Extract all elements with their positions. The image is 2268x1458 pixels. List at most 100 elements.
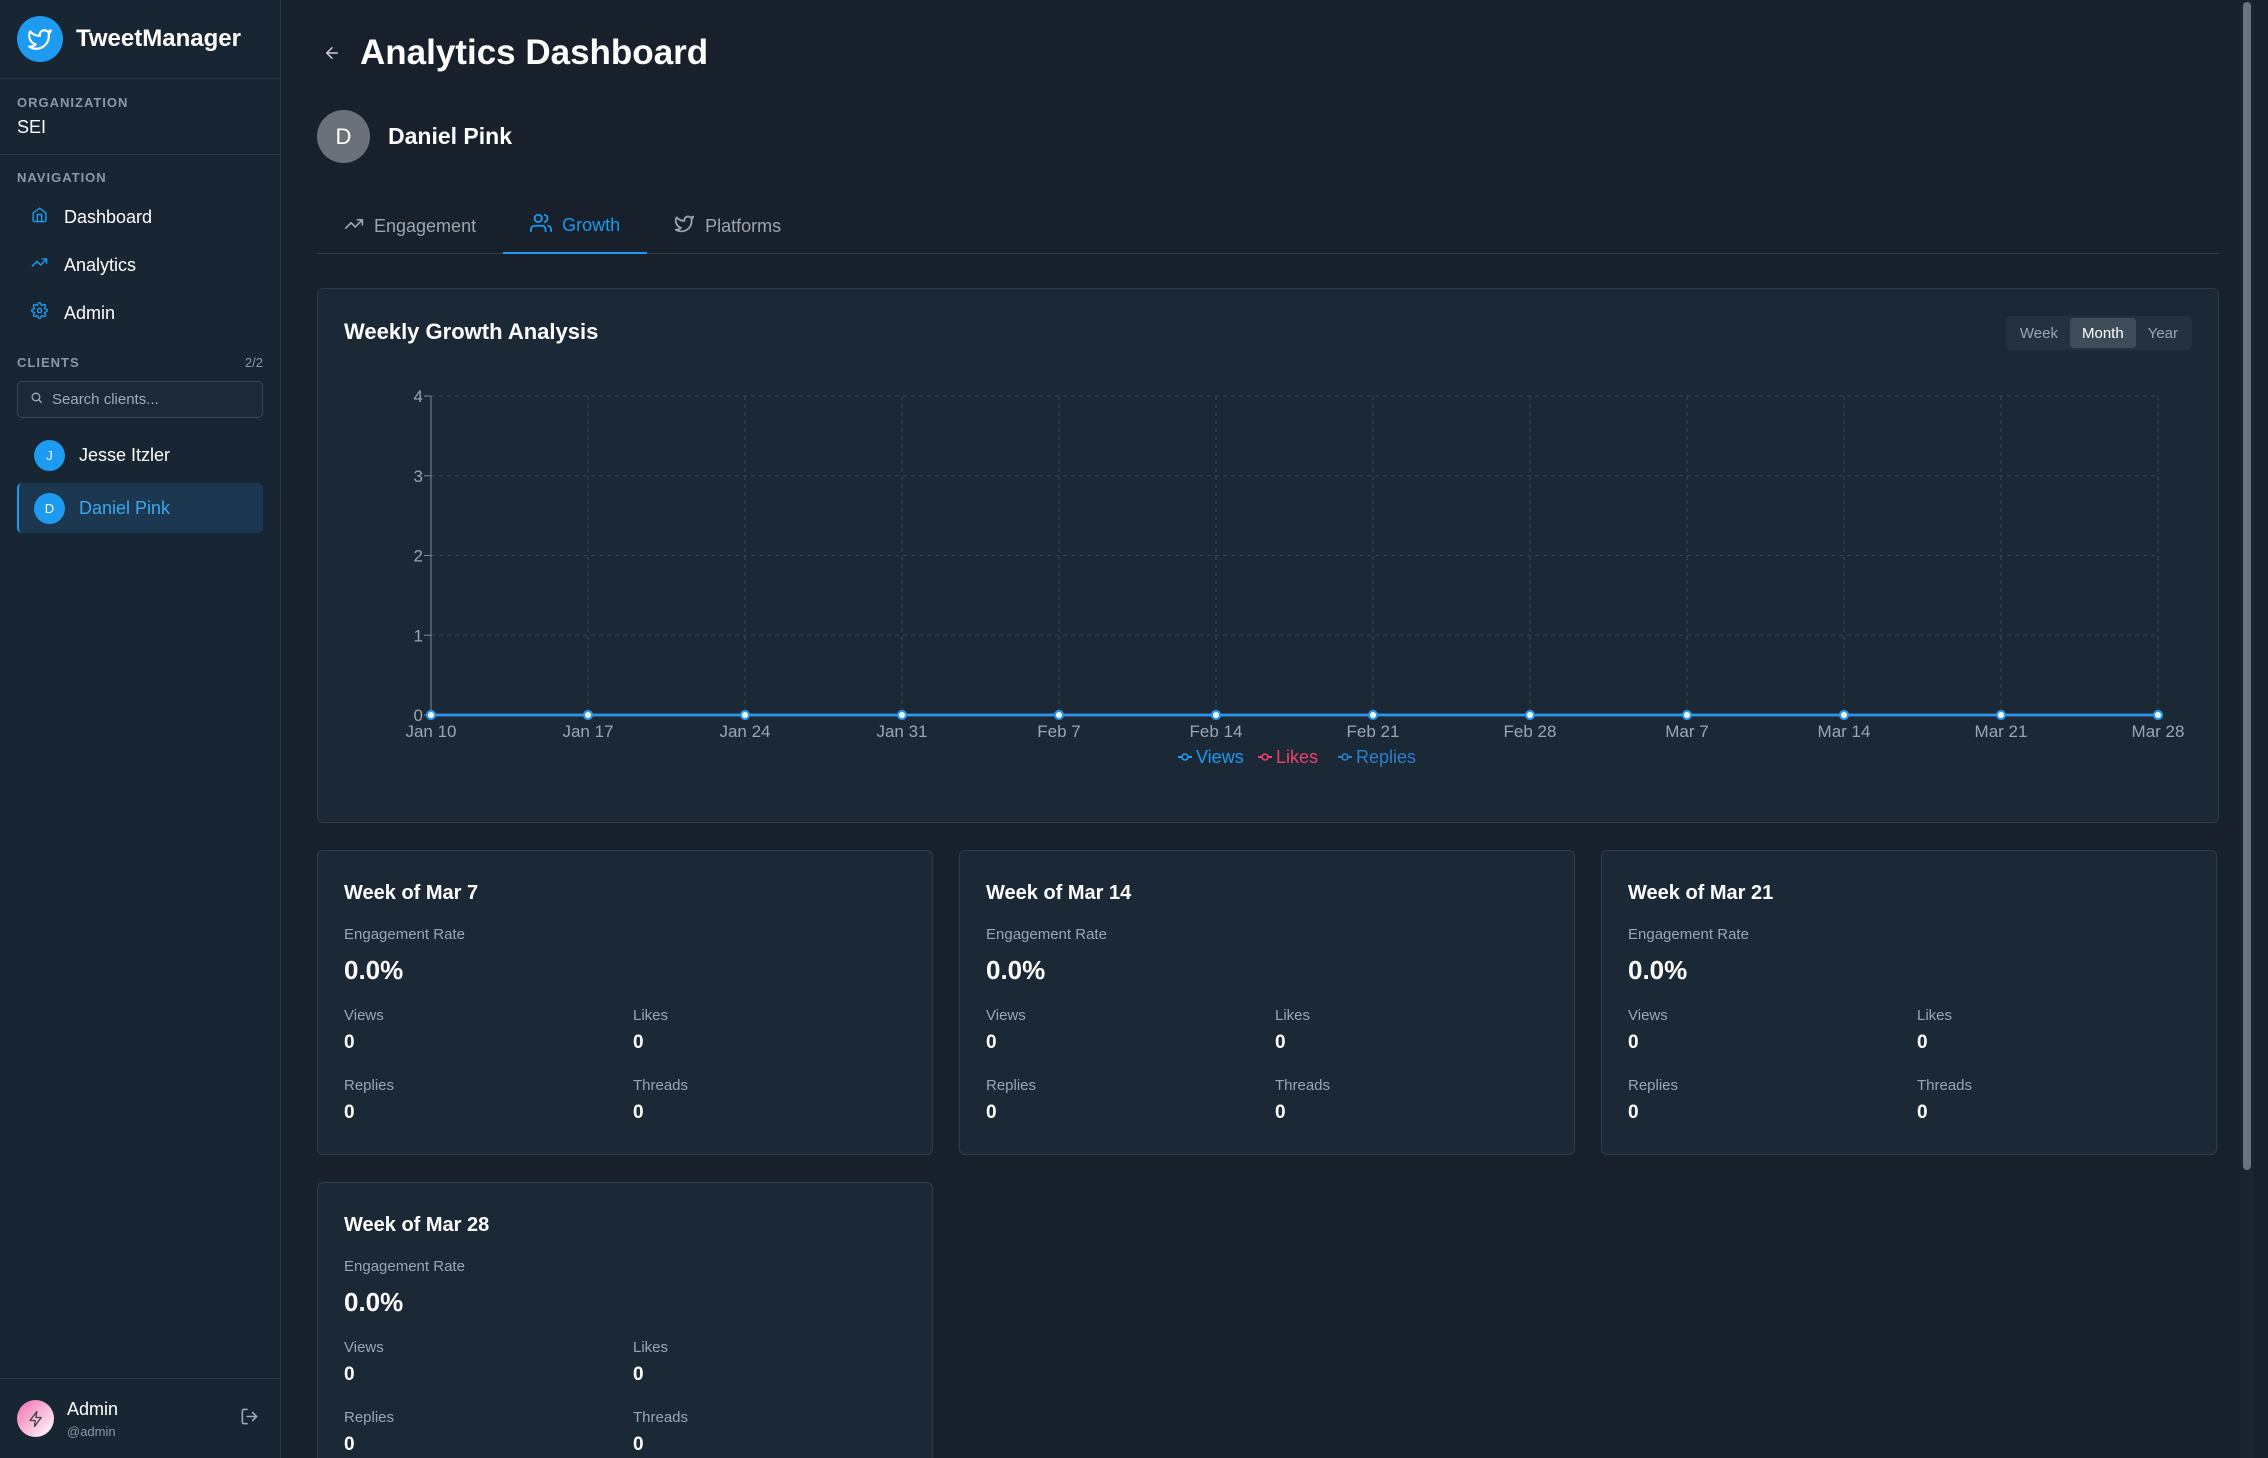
replies-value: 0 — [986, 1102, 997, 1123]
title-row: Analytics Dashboard — [317, 33, 708, 73]
week-card: Week of Mar 7 Engagement Rate 0.0% Views 0 Li… — [317, 850, 933, 1155]
organization-section: ORGANIZATION SEI — [0, 79, 280, 155]
back-arrow-icon[interactable] — [317, 38, 347, 68]
engagement-rate-value: 0.0% — [344, 1287, 404, 1317]
views-value: 0 — [344, 1364, 355, 1385]
data-point-views — [426, 710, 436, 720]
nav-item-admin[interactable]: Admin — [17, 289, 263, 337]
x-tick-label: Jan 10 — [405, 722, 456, 741]
week-card: Week of Mar 28 Engagement Rate 0.0% Views 0 L… — [317, 1182, 933, 1458]
legend-label: Views — [1196, 747, 1244, 767]
avatar: J — [34, 439, 65, 471]
client-search — [17, 381, 263, 418]
views-label: Views — [986, 1007, 1026, 1024]
client-item-daniel-pink[interactable]: D Daniel Pink — [17, 483, 263, 533]
data-point-views — [1054, 710, 1064, 720]
data-point-views — [1682, 710, 1692, 720]
legend-marker — [1181, 753, 1189, 761]
replies-label: Replies — [344, 1077, 395, 1094]
x-tick-label: Feb 21 — [1347, 722, 1400, 741]
organization-value: SEI — [17, 117, 47, 137]
profile-name: Daniel Pink — [388, 123, 512, 149]
tab-engagement[interactable]: Engagement — [317, 198, 503, 254]
week-title: Week of Mar 7 — [344, 882, 479, 904]
data-point-views — [897, 710, 907, 720]
organization-label: ORGANIZATION — [17, 95, 129, 110]
navigation-label: NAVIGATION — [17, 170, 107, 185]
views-value: 0 — [986, 1032, 997, 1053]
data-point-views — [740, 710, 750, 720]
logout-icon[interactable] — [240, 1407, 259, 1431]
x-tick-label: Jan 17 — [562, 722, 613, 741]
x-tick-label: Jan 24 — [719, 722, 770, 741]
search-input[interactable] — [52, 391, 252, 408]
threads-label: Threads — [1275, 1077, 1331, 1094]
client-item-jesse-itzler[interactable]: J Jesse Itzler — [17, 430, 263, 480]
likes-label: Likes — [633, 1339, 669, 1356]
engagement-rate-value: 0.0% — [344, 955, 404, 985]
engagement-rate-value: 0.0% — [986, 955, 1046, 985]
nav-item-label: Analytics — [64, 254, 137, 275]
twitter-icon — [674, 213, 695, 239]
engagement-rate-label: Engagement Rate — [344, 1258, 465, 1275]
scrollbar[interactable] — [2240, 0, 2254, 1458]
week-card: Week of Mar 21 Engagement Rate 0.0% Views 0 L… — [1601, 850, 2217, 1155]
legend-label: Likes — [1276, 747, 1318, 767]
threads-label: Threads — [633, 1077, 689, 1094]
legend-marker — [1341, 753, 1349, 761]
engagement-rate-value: 0.0% — [1628, 955, 1688, 985]
x-tick-label: Feb 14 — [1190, 722, 1243, 741]
y-tick-label: 1 — [414, 626, 423, 645]
nav-item-analytics[interactable]: Analytics — [17, 241, 263, 289]
tab-platforms[interactable]: Platforms — [647, 198, 808, 254]
x-tick-label: Mar 14 — [1818, 722, 1871, 741]
week-title: Week of Mar 21 — [1628, 882, 1774, 904]
client-name: Jesse Itzler — [79, 444, 171, 465]
replies-label: Replies — [1628, 1077, 1679, 1094]
engagement-rate-label: Engagement Rate — [1628, 926, 1749, 943]
data-point-views — [1996, 710, 2006, 720]
user-info: Admin @admin — [67, 1399, 118, 1439]
replies-value: 0 — [1628, 1102, 1639, 1123]
likes-label: Likes — [633, 1007, 669, 1024]
threads-label: Threads — [633, 1409, 689, 1426]
tab-label: Engagement — [374, 215, 477, 236]
growth-chart-card: Weekly Growth Analysis Week Month Year 0… — [317, 288, 2219, 823]
user-avatar[interactable] — [17, 1400, 54, 1437]
growth-line-chart: 01234Jan 10 Jan 17 Jan 24 Jan 31 Feb 7 Feb 14… — [405, 387, 2184, 767]
week-title: Week of Mar 28 — [344, 1214, 490, 1236]
views-label: Views — [344, 1339, 384, 1356]
user-bar: Admin @admin — [0, 1378, 281, 1458]
x-tick-label: Mar 7 — [1665, 722, 1708, 741]
x-tick-label: Mar 21 — [1975, 722, 2028, 741]
legend-label: Replies — [1356, 747, 1416, 767]
nav-item-label: Admin — [64, 302, 116, 323]
client-name: Daniel Pink — [79, 497, 171, 518]
threads-label: Threads — [1917, 1077, 1973, 1094]
clients-count: 2/2 — [244, 355, 263, 370]
avatar: D — [317, 110, 370, 163]
gear-icon — [31, 302, 48, 324]
trending-up-icon — [31, 254, 48, 276]
threads-value: 0 — [633, 1102, 644, 1123]
sidebar: TweetManager ORGANIZATION SEI NAVIGATION… — [0, 0, 281, 1458]
data-point-views — [1525, 710, 1535, 720]
likes-value: 0 — [1275, 1032, 1286, 1053]
views-value: 0 — [344, 1032, 355, 1053]
users-icon — [530, 212, 553, 239]
avatar: D — [34, 492, 65, 524]
replies-label: Replies — [344, 1409, 395, 1426]
nav-item-dashboard[interactable]: Dashboard — [17, 193, 263, 241]
app-name: TweetManager — [76, 25, 241, 52]
data-point-views — [2153, 710, 2163, 720]
data-point-views — [1839, 710, 1849, 720]
navigation: NAVIGATION Dashboard Analytics Admin — [0, 155, 280, 337]
legend-marker — [1261, 753, 1269, 761]
likes-value: 0 — [1917, 1032, 1928, 1053]
data-point-views — [583, 710, 593, 720]
views-value: 0 — [1628, 1032, 1639, 1053]
tab-growth[interactable]: Growth — [503, 198, 648, 254]
tabs: Engagement Growth Platforms — [317, 198, 2219, 254]
threads-value: 0 — [1275, 1102, 1286, 1123]
scrollbar-thumb[interactable] — [2243, 2, 2251, 1170]
